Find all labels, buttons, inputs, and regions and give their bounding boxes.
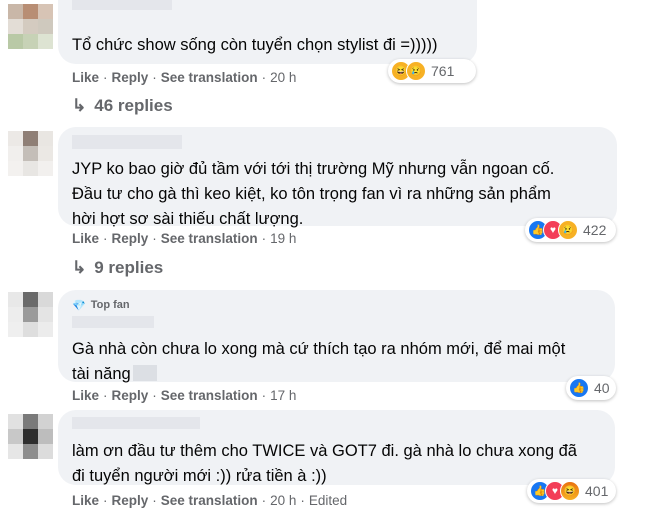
commenter-name-blurred[interactable] <box>72 316 154 328</box>
reply-button[interactable]: Reply <box>112 231 149 246</box>
comment-actions: Like · Reply · See translation · 17 h <box>72 388 297 403</box>
blurred-word <box>132 365 157 381</box>
timestamp[interactable]: 19 h <box>270 231 296 246</box>
comment-bubble: JYP ko bao giờ đủ tầm với tới thị trường… <box>58 127 617 228</box>
comment-actions: Like · Reply · See translation · 19 h <box>72 231 297 246</box>
comment-bubble: làm ơn đầu tư thêm cho TWICE và GOT7 đi.… <box>58 410 615 485</box>
avatar[interactable] <box>8 4 54 50</box>
sad-icon: 😢 <box>558 220 578 240</box>
commenter-name-blurred[interactable] <box>72 417 200 429</box>
reaction-count: 401 <box>585 483 609 499</box>
reaction-summary[interactable]: 😆 😢 761 <box>388 59 476 83</box>
see-translation-link[interactable]: See translation <box>161 493 258 508</box>
comment-text: Tổ chức show sống còn tuyển chọn stylist… <box>72 36 438 54</box>
like-button[interactable]: Like <box>72 70 99 85</box>
reply-arrow-icon: ↳ <box>72 258 87 277</box>
reply-button[interactable]: Reply <box>112 493 149 508</box>
reply-button[interactable]: Reply <box>112 388 149 403</box>
comment-bubble: 💎 Top fan Gà nhà còn chưa lo xong mà cứ t… <box>58 290 615 383</box>
reply-arrow-icon: ↳ <box>72 96 87 115</box>
see-translation-link[interactable]: See translation <box>161 70 258 85</box>
view-replies-link[interactable]: ↳ 46 replies <box>72 96 173 116</box>
avatar[interactable] <box>8 131 54 177</box>
see-translation-link[interactable]: See translation <box>161 388 258 403</box>
commenter-name-blurred[interactable] <box>72 0 172 10</box>
see-translation-link[interactable]: See translation <box>161 231 258 246</box>
like-button[interactable]: Like <box>72 388 99 403</box>
like-button[interactable]: Like <box>72 493 99 508</box>
comment-actions: Like · Reply · See translation · 20 h · Edited <box>72 493 348 508</box>
avatar[interactable] <box>8 292 54 338</box>
view-replies-link[interactable]: ↳ 9 replies <box>72 258 163 278</box>
reaction-summary[interactable]: 👍 40 <box>566 376 616 400</box>
angry-icon: 😆 <box>560 481 580 501</box>
like-icon: 👍 <box>569 378 589 398</box>
comment-bubble: Tổ chức show sống còn tuyển chọn stylist… <box>58 0 477 64</box>
top-fan-badge[interactable]: 💎 Top fan <box>72 297 601 313</box>
comment-text: làm ơn đầu tư thêm cho TWICE và GOT7 đi.… <box>72 442 577 485</box>
avatar[interactable] <box>8 414 54 460</box>
reaction-summary[interactable]: 👍 ♥ 😢 422 <box>525 218 616 242</box>
reaction-count: 422 <box>583 222 607 238</box>
reaction-count: 40 <box>594 380 610 396</box>
reaction-count: 761 <box>431 63 455 79</box>
reply-button[interactable]: Reply <box>112 70 149 85</box>
like-button[interactable]: Like <box>72 231 99 246</box>
sad-icon: 😢 <box>406 61 426 81</box>
comment-actions: Like · Reply · See translation · 20 h <box>72 70 297 85</box>
commenter-name-blurred[interactable] <box>72 135 182 149</box>
timestamp[interactable]: 17 h <box>270 388 296 403</box>
edited-label[interactable]: Edited <box>309 493 347 508</box>
diamond-icon: 💎 <box>72 299 86 312</box>
comment-text: JYP ko bao giờ đủ tầm với tới thị trường… <box>72 160 555 228</box>
comment-text: Gà nhà còn chưa lo xong mà cứ thích tạo … <box>72 340 566 383</box>
timestamp[interactable]: 20 h <box>270 70 296 85</box>
timestamp[interactable]: 20 h <box>270 493 296 508</box>
reaction-summary[interactable]: 👍 ♥ 😆 401 <box>527 479 616 503</box>
